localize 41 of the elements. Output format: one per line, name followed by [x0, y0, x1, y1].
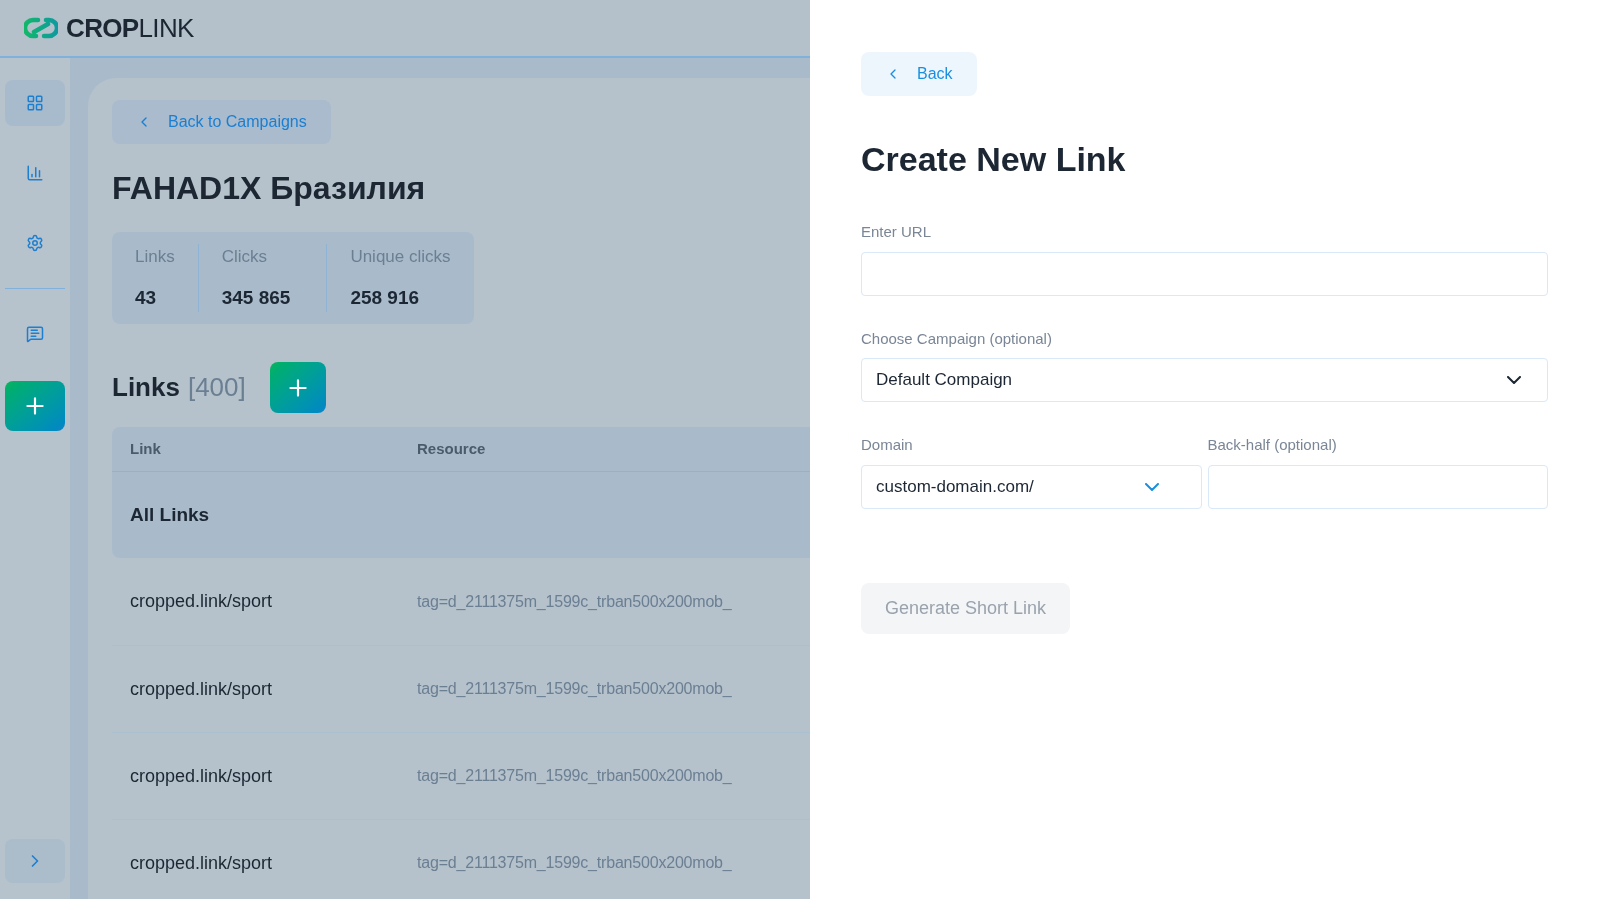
url-input[interactable] — [861, 251, 1548, 296]
resource-cell-text: tag=d_2111375m_1599c_trban500x200mob_ — [417, 766, 732, 786]
resource-cell-text: tag=d_2111375m_1599c_trban500x200mob_ — [417, 591, 732, 612]
chevron-down-icon — [1144, 482, 1159, 491]
panel-title: Create New Link — [861, 139, 1126, 180]
resource-cell-text: tag=d_2111375m_1599c_trban500x200mob_ — [417, 853, 732, 873]
domain-select[interactable]: custom-domain.com/ — [861, 464, 1202, 509]
stat-value: 258 916 — [350, 285, 421, 310]
column-header: Link — [129, 438, 162, 459]
field-label: Back-half (optional) — [1207, 435, 1337, 455]
help-icon — [26, 325, 44, 343]
logo-icon — [24, 15, 58, 41]
links-heading: Links — [112, 371, 180, 404]
stat-value: 345 865 — [221, 285, 291, 310]
stat-value: 43 — [135, 285, 158, 310]
field-label: Domain — [861, 435, 913, 455]
group-label: All Links — [130, 502, 210, 527]
grid-icon — [26, 94, 44, 112]
link-cell-text: cropped.link/sport — [129, 851, 274, 875]
back-half-input[interactable] — [1207, 464, 1548, 509]
nav-button[interactable] — [5, 80, 65, 126]
stat-label: Links — [135, 246, 175, 268]
link-cell-text: cropped.link/sport — [129, 677, 274, 701]
add-link-button[interactable] — [269, 362, 326, 413]
chart-icon — [26, 164, 44, 182]
logo-wordmark: CROPLINK — [66, 11, 194, 45]
field-label: Choose Campaign (optional) — [861, 328, 1052, 349]
chevron-down-icon — [1507, 376, 1521, 384]
links-count: [400] — [187, 371, 246, 404]
field-label: Enter URL — [861, 222, 932, 242]
stat-label: Unique clicks — [350, 246, 451, 268]
link-cell-text: cropped.link/sport — [129, 590, 274, 613]
group-row[interactable]: All Links — [112, 472, 810, 558]
campaign-title: FAHAD1X Бразилия — [112, 169, 426, 208]
settings-icon — [26, 234, 44, 252]
link-cell-text: cropped.link/sport — [129, 764, 274, 788]
resource-cell-text: tag=d_2111375m_1599c_trban500x200mob_ — [417, 679, 732, 699]
column-header: Resource — [417, 438, 486, 459]
campaign-select[interactable]: Default Compaign — [861, 358, 1548, 402]
add-button[interactable] — [5, 381, 65, 431]
stat-label: Clicks — [221, 246, 269, 268]
